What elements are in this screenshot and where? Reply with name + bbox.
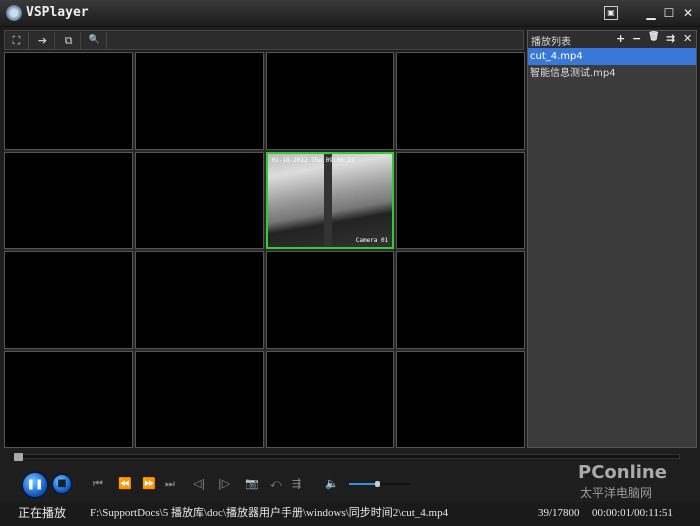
step-forward-icon[interactable]: |▷	[218, 477, 230, 490]
video-cell[interactable]: 01-18-2012 Thu 09:00:21 Camera 01	[265, 151, 395, 249]
video-cell[interactable]	[265, 251, 395, 349]
play-state: 正在播放	[18, 506, 67, 520]
video-cell[interactable]	[4, 52, 133, 150]
file-path: F:\SupportDocs\5 播放库\doc\播放器用户手册\windows…	[90, 507, 449, 519]
volume-slider[interactable]	[349, 481, 409, 487]
app-logo-icon	[6, 5, 22, 21]
video-cell[interactable]	[396, 251, 525, 349]
close-button[interactable]: ✕	[681, 6, 695, 20]
stop-button[interactable]: ■	[51, 473, 73, 495]
video-cell[interactable]	[4, 350, 133, 448]
rewind-icon[interactable]: ⏪	[118, 477, 132, 490]
undo-icon[interactable]: ⤺	[270, 477, 282, 491]
seek-thumb[interactable]	[13, 453, 23, 461]
playlist-item[interactable]: 智能信息测试.mp4	[528, 65, 696, 82]
playlist-panel: 播放列表 + − 🗑 ⇉ ✕ cut_4.mp4 智能信息测试.mp4	[527, 30, 697, 448]
osd-camera: Camera 01	[355, 237, 389, 244]
video-cell[interactable]	[265, 52, 395, 150]
skip-end-icon[interactable]: ⏭	[165, 477, 175, 491]
video-cell[interactable]	[4, 251, 133, 349]
video-cell[interactable]	[134, 350, 264, 448]
close-icon[interactable]: ✕	[683, 32, 692, 45]
trash-icon[interactable]: 🗑	[648, 32, 659, 42]
playlist-title: 播放列表	[531, 37, 571, 48]
volume-icon[interactable]: 🔈	[325, 477, 339, 490]
pause-button[interactable]: ❚❚	[21, 471, 49, 499]
watermark-text: 太平洋电脑网	[580, 486, 653, 500]
osd-timestamp: 01-18-2012 Thu 09:00:21	[271, 156, 355, 164]
fast-forward-icon[interactable]: ⏩	[142, 477, 156, 490]
play-mode-icon[interactable]: ⇉	[666, 32, 675, 45]
video-grid: 01-18-2012 Thu 09:00:21 Camera 01	[4, 52, 525, 448]
seek-bar[interactable]	[13, 453, 680, 461]
video-cell[interactable]	[134, 52, 264, 150]
pin-icon[interactable]: ➔	[31, 32, 55, 49]
view-toolbar: ⛶ ➔ ⧉ 🔍	[4, 30, 524, 50]
volume-thumb[interactable]	[375, 481, 380, 487]
remove-icon[interactable]: −	[632, 32, 641, 45]
video-cell[interactable]	[396, 350, 525, 448]
menu-icon[interactable]: ▣	[604, 6, 618, 20]
playlist-item[interactable]: cut_4.mp4	[528, 48, 696, 65]
status-bar: 正在播放 F:\SupportDocs\5 播放库\doc\播放器用户手册\wi…	[0, 502, 700, 526]
play-time: 00:00:01/00:11:51	[592, 507, 673, 519]
watermark-logo: PConline	[578, 462, 667, 483]
video-cell[interactable]	[396, 52, 525, 150]
maximize-button[interactable]: ☐	[662, 6, 676, 20]
video-cell[interactable]	[265, 350, 395, 448]
minimize-button[interactable]: ▁	[644, 6, 658, 20]
shuffle-icon[interactable]: ⇶	[292, 477, 301, 490]
video-cell[interactable]	[134, 151, 264, 249]
add-icon[interactable]: +	[616, 32, 625, 45]
skip-start-icon[interactable]: ⏮	[93, 477, 103, 491]
search-icon[interactable]: 🔍	[83, 32, 107, 49]
title-bar: VSPlayer ▣ ▁ ☐ ✕	[0, 0, 700, 27]
video-cell[interactable]	[4, 151, 133, 249]
fullscreen-icon[interactable]: ⛶	[5, 32, 29, 49]
frame-count: 39/17800	[538, 507, 580, 519]
step-back-icon[interactable]: ◁|	[193, 477, 205, 490]
app-title: VSPlayer	[26, 5, 89, 20]
camera-icon[interactable]: 📷	[245, 477, 259, 490]
video-cell[interactable]	[134, 251, 264, 349]
screen-settings-icon[interactable]: ⧉	[57, 32, 81, 49]
video-cell[interactable]	[396, 151, 525, 249]
